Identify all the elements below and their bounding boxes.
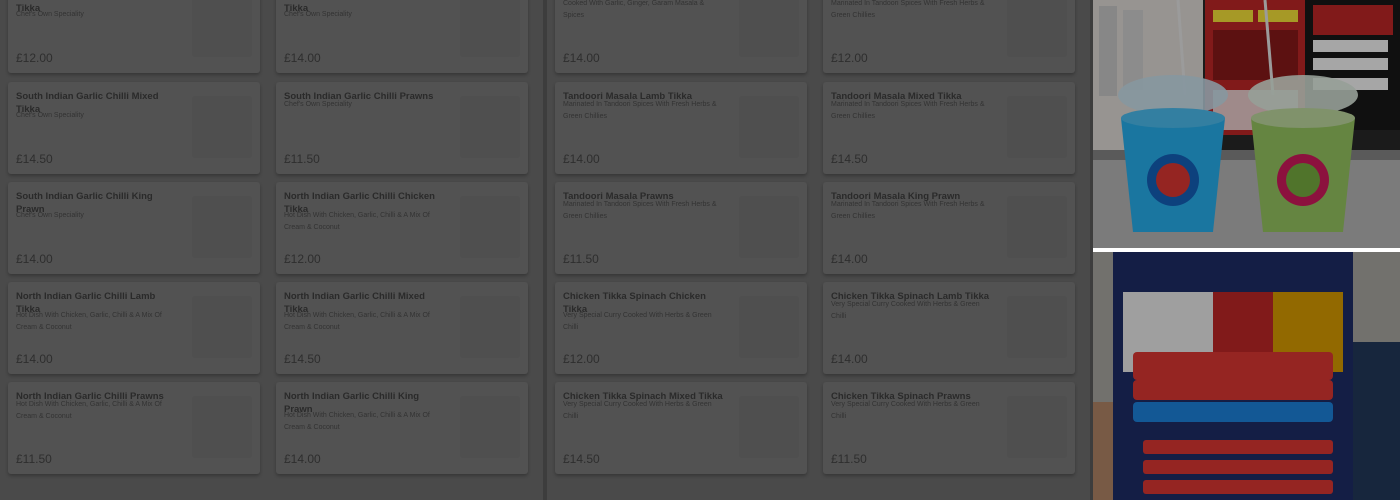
menu-item-description: Marinated In Tandoori Spices With Fresh … (563, 201, 717, 220)
menu-item-description: Very Special Curry Cooked With Herbs & G… (563, 312, 712, 331)
menu-item-thumbnail (739, 0, 799, 57)
menu-item-price: £14.00 (831, 252, 868, 266)
menu-item-card[interactable]: Chicken Tikka Spinach Prawns Very Special… (823, 382, 1075, 474)
menu-item-thumbnail (192, 296, 252, 358)
menu-item-description: Marinated In Tandoori Spices With Fresh … (563, 101, 717, 120)
menu-item-thumbnail (739, 396, 799, 458)
menu-item-price: £12.00 (284, 252, 321, 266)
menu-item-description: Chef's Own Speciality (16, 112, 84, 119)
menu-item-thumbnail (192, 96, 252, 158)
menu-item-description: Cooked With Garlic, Ginger, Garam Masala… (563, 0, 705, 19)
menu-item-thumbnail (192, 196, 252, 258)
menu-item-card[interactable]: Tandoori Masala Prawns Marinated In Tando… (555, 182, 807, 274)
menu-item-thumbnail (460, 196, 520, 258)
menu-item-price: £14.00 (563, 152, 600, 166)
menu-item-thumbnail (1007, 396, 1067, 458)
menu-item-price: £11.50 (831, 452, 867, 466)
drinks-photo-image (1093, 0, 1400, 248)
menu-item-price: £12.00 (563, 352, 600, 366)
menu-item-card[interactable]: Tandoori Masala Mixed Tikka Marinated In … (823, 82, 1075, 174)
menu-item-price: £14.50 (831, 152, 868, 166)
menu-item-description: Hot Dish With Chicken, Garlic, Chilli & … (16, 312, 162, 331)
menu-item-card[interactable]: Tandoori Masala Chicken TikkaMarinated I… (823, 0, 1075, 73)
menu-item-card[interactable]: South Indian Garlic Chilli Lamb TikkaChe… (276, 0, 528, 73)
menu-item-description: Chef's Own Speciality (284, 11, 352, 18)
menu-item-price: £14.00 (831, 352, 868, 366)
menu-item-thumbnail (1007, 96, 1067, 158)
menu-item-price: £12.00 (831, 51, 868, 65)
menu-item-card[interactable]: North Indian Garlic Chilli Chicken Tikka… (276, 182, 528, 274)
menu-item-card[interactable]: Chicken Tikka Spinach Lamb Tikka Very Spe… (823, 282, 1075, 374)
menu-item-description: Hot Dish With Chicken, Garlic, Chilli & … (284, 312, 430, 331)
gallery-photo-drinks[interactable] (1093, 0, 1400, 248)
menu-item-thumbnail (192, 396, 252, 458)
menu-item-thumbnail (460, 0, 520, 57)
menu-item-price: £14.50 (284, 352, 321, 366)
photo-gallery (1093, 0, 1400, 500)
menu-item-card[interactable]: Garam Masala King PrawnCooked With Garli… (555, 0, 807, 73)
gallery-photo-flyer[interactable] (1093, 252, 1400, 500)
menu-item-thumbnail (192, 0, 252, 57)
menu-item-description: Hot Dish With Chicken, Garlic, Chilli & … (16, 401, 162, 420)
menu-item-card[interactable]: North Indian Garlic Chilli Mixed Tikka Ho… (276, 282, 528, 374)
menu-item-description: Marinated In Tandoori Spices With Fresh … (831, 0, 985, 19)
flyer-photo-image (1093, 252, 1400, 500)
menu-item-description: Hot Dish With Chicken, Garlic, Chilli & … (284, 412, 430, 431)
menu-item-description: Chef's Own Speciality (16, 11, 84, 18)
menu-item-card[interactable]: South Indian Garlic Chilli Mixed Tikka Ch… (8, 82, 260, 174)
menu-item-thumbnail (460, 96, 520, 158)
menu-item-description: Very Special Curry Cooked With Herbs & G… (831, 301, 980, 320)
menu-item-card[interactable]: Tandoori Masala King Prawn Marinated In T… (823, 182, 1075, 274)
menu-item-thumbnail (1007, 196, 1067, 258)
menu-item-description: Chef's Own Speciality (284, 101, 352, 108)
menu-item-price: £12.00 (16, 51, 53, 65)
menu-item-thumbnail (1007, 0, 1067, 57)
menu-item-thumbnail (1007, 296, 1067, 358)
menu-item-price: £14.00 (284, 51, 321, 65)
menu-item-card[interactable]: Chicken Tikka Spinach Chicken Tikka Very … (555, 282, 807, 374)
menu-item-card[interactable]: Tandoori Masala Lamb Tikka Marinated In T… (555, 82, 807, 174)
menu-item-card[interactable]: North Indian Garlic Chilli Prawns Hot Dis… (8, 382, 260, 474)
menu-item-thumbnail (739, 296, 799, 358)
menu-item-description: Chef's Own Speciality (16, 212, 84, 219)
menu-item-price: £14.00 (284, 452, 321, 466)
menu-column-right: Garam Masala King PrawnCooked With Garli… (547, 0, 1090, 500)
menu-column-left: South Indian Garlic Chilli Chicken Tikka… (0, 0, 543, 500)
menu-item-card[interactable]: South Indian Garlic Chilli Chicken Tikka… (8, 0, 260, 73)
menu-item-price: £14.50 (16, 152, 53, 166)
menu-item-description: Very Special Curry Cooked With Herbs & G… (563, 401, 712, 420)
menu-item-thumbnail (739, 196, 799, 258)
menu-item-thumbnail (460, 396, 520, 458)
menu-item-card[interactable]: North Indian Garlic Chilli Lamb Tikka Hot… (8, 282, 260, 374)
menu-item-thumbnail (739, 96, 799, 158)
menu-item-description: Marinated In Tandoori Spices With Fresh … (831, 101, 985, 120)
menu-item-card[interactable]: Chicken Tikka Spinach Mixed Tikka Very Sp… (555, 382, 807, 474)
menu-item-price: £11.50 (16, 452, 52, 466)
menu-item-card[interactable]: South Indian Garlic Chilli Prawns Chef's … (276, 82, 528, 174)
menu-item-price: £14.00 (16, 252, 53, 266)
menu-item-thumbnail (460, 296, 520, 358)
menu-item-price: £14.00 (16, 352, 53, 366)
menu-item-description: Very Special Curry Cooked With Herbs & G… (831, 401, 980, 420)
menu-item-price: £11.50 (284, 152, 320, 166)
menu-item-price: £11.50 (563, 252, 599, 266)
menu-item-price: £14.50 (563, 452, 600, 466)
menu-item-card[interactable]: South Indian Garlic Chilli King Prawn Che… (8, 182, 260, 274)
menu-item-description: Hot Dish With Chicken, Garlic, Chilli & … (284, 212, 430, 231)
menu-item-card[interactable]: North Indian Garlic Chilli King Prawn Hot… (276, 382, 528, 474)
menu-item-price: £14.00 (563, 51, 600, 65)
menu-item-description: Marinated In Tandoori Spices With Fresh … (831, 201, 985, 220)
